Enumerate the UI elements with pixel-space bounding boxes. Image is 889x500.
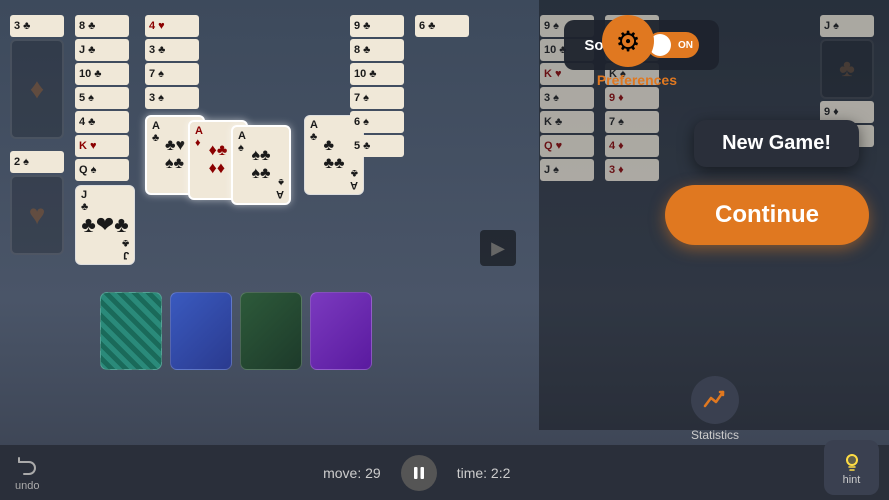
c4-6[interactable]: 6 ♠ (350, 111, 404, 133)
column-1: 3 ♣ ♦ 2 ♠ ♥ (10, 15, 64, 255)
undo-label: undo (15, 480, 39, 492)
c3-3b[interactable]: 3 ♠ (145, 87, 199, 109)
c3-7[interactable]: 7 ♠ (145, 63, 199, 85)
move-counter: move: 29 (323, 465, 381, 481)
c4-8[interactable]: 8 ♣ (350, 39, 404, 61)
c2-4[interactable]: 4 ♣ (75, 111, 129, 133)
card-back-teal[interactable] (100, 292, 162, 370)
c6-3[interactable]: 3 ♠ (540, 87, 594, 109)
column-5: 6 ♣ (415, 15, 469, 199)
c2-5[interactable]: 5 ♠ (75, 87, 129, 109)
statistics-button[interactable] (691, 376, 739, 424)
card-back-purple[interactable] (310, 292, 372, 370)
time-label: time: (457, 465, 487, 481)
next-arrow-button[interactable]: ▶ (480, 230, 516, 266)
sound-toggle[interactable]: ON (647, 32, 699, 58)
c8-slot: ♣ (820, 39, 874, 99)
c7-4d[interactable]: 4 ♦ (605, 135, 659, 157)
card-spades-large[interactable]: A♠ ♠♣♠♣ A♠ (231, 125, 291, 205)
c2-10[interactable]: 10 ♣ (75, 63, 129, 85)
c4-5[interactable]: 5 ♣ (350, 135, 404, 157)
time-value: 2:2 (491, 465, 510, 481)
card-slot: ♦ (10, 39, 64, 139)
c6-j[interactable]: J ♠ (540, 159, 594, 181)
c7-3d[interactable]: 3 ♦ (605, 159, 659, 181)
c2-8[interactable]: 8 ♣ (75, 15, 129, 37)
c7-9[interactable]: 9 ♦ (605, 87, 659, 109)
card-3c[interactable]: 3 ♣ (10, 15, 64, 37)
c6-q[interactable]: Q ♥ (540, 135, 594, 157)
toggle-on-label: ON (678, 40, 693, 51)
c2-j-large[interactable]: J♣ ♣❤♣ J♣ (75, 185, 135, 265)
c2-k[interactable]: K ♥ (75, 135, 129, 157)
bottom-card-row (100, 292, 372, 370)
hint-label: hint (843, 474, 861, 486)
c4-10[interactable]: 10 ♣ (350, 63, 404, 85)
statistics-chart-icon (701, 386, 729, 414)
time-counter: time: 2:2 (457, 465, 511, 481)
bottom-center: move: 29 time: 2:2 (323, 455, 510, 491)
preferences-gear-button[interactable]: ⚙ (602, 15, 654, 67)
undo-icon (15, 454, 39, 478)
pause-button[interactable] (401, 455, 437, 491)
lightbulb-icon (840, 450, 864, 474)
column-3: 4 ♥ 3 ♣ 7 ♠ 3 ♠ A♣ ♣♥♠♣ A♣ A♦ ♦♣♦♦ A♦ A♠… (145, 15, 364, 205)
spacer5 (415, 39, 469, 199)
c3-4[interactable]: 4 ♥ (145, 15, 199, 37)
c3-3[interactable]: 3 ♣ (145, 39, 199, 61)
move-label: move: (323, 465, 361, 481)
gear-icon: ⚙ (602, 15, 654, 67)
card-back-blue[interactable] (170, 292, 232, 370)
c2-q[interactable]: Q ♠ (75, 159, 129, 181)
statistics-label: Statistics (691, 428, 739, 442)
new-game-button[interactable]: New Game! (694, 120, 859, 167)
c4-7[interactable]: 7 ♠ (350, 87, 404, 109)
pause-icon (411, 465, 427, 481)
c8-j[interactable]: J ♠ (820, 15, 874, 37)
preferences-label: Preferences (597, 72, 677, 88)
game-background: 3 ♣ ♦ 2 ♠ ♥ 8 ♣ J ♣ 10 ♣ 5 ♠ 4 ♣ K ♥ Q ♠… (0, 0, 889, 500)
card-slot-2: ♥ (10, 175, 64, 255)
card-back-green[interactable] (240, 292, 302, 370)
c6-k2[interactable]: K ♣ (540, 111, 594, 133)
c7-7[interactable]: 7 ♠ (605, 111, 659, 133)
c4-9[interactable]: 9 ♣ (350, 15, 404, 37)
continue-button[interactable]: Continue (665, 185, 869, 245)
bottom-bar: undo move: 29 time: 2:2 (0, 445, 889, 500)
undo-button[interactable]: undo (15, 454, 39, 492)
column-4: 9 ♣ 8 ♣ 10 ♣ 7 ♠ 6 ♠ 5 ♣ (350, 15, 404, 157)
c5-6[interactable]: 6 ♣ (415, 15, 469, 37)
column-2: 8 ♣ J ♣ 10 ♣ 5 ♠ 4 ♣ K ♥ Q ♠ J♣ ♣❤♣ J♣ (75, 15, 135, 265)
card-2c[interactable]: 2 ♠ (10, 151, 64, 173)
statistics-panel: Statistics (691, 376, 739, 442)
hint-button[interactable]: hint (824, 440, 879, 495)
highlighted-cards: A♣ ♣♥♠♣ A♣ A♦ ♦♣♦♦ A♦ A♠ ♠♣♠♣ A♠ A♣ ♣ (145, 115, 364, 205)
c2-j[interactable]: J ♣ (75, 39, 129, 61)
move-count-value: 29 (365, 465, 381, 481)
